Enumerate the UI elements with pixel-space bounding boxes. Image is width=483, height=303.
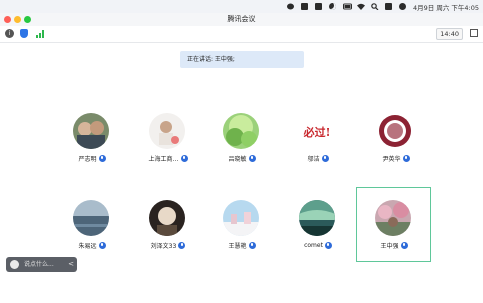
avatar xyxy=(73,113,109,149)
wechat-icon[interactable] xyxy=(287,3,295,10)
mic-icon xyxy=(324,241,332,249)
mic-icon xyxy=(98,241,106,249)
mic-icon xyxy=(248,241,256,249)
avatar xyxy=(375,200,411,236)
mic-icon xyxy=(402,154,410,162)
chat-placeholder[interactable]: 说点什么... xyxy=(24,257,54,272)
menubar-status-area: 4月9日 周六 下午4:05 xyxy=(287,0,479,13)
participant-tile[interactable]: 必过! 邬洁 xyxy=(290,113,346,173)
participant-name: 尹英华 xyxy=(382,155,401,163)
security-shield-icon[interactable] xyxy=(20,29,28,38)
participant-name: 邬洁 xyxy=(307,155,320,163)
participant-name: 吕晓敏 xyxy=(228,155,247,163)
participant-name: comet xyxy=(304,241,323,249)
mic-icon xyxy=(248,154,256,162)
moon-icon[interactable] xyxy=(329,3,337,10)
info-icon[interactable]: i xyxy=(5,29,14,38)
participant-name: 朱易远 xyxy=(78,242,97,250)
avatar: 必过! xyxy=(299,113,335,149)
mic-icon xyxy=(98,154,106,162)
system-menu-bar: 4月9日 周六 下午4:05 xyxy=(0,0,483,14)
wifi-icon[interactable] xyxy=(357,3,365,10)
avatar xyxy=(149,113,185,149)
participant-name: 刘泽文33 xyxy=(150,242,177,250)
participant-tile[interactable]: 王慧艳 xyxy=(214,200,270,260)
speaking-indicator: 正在讲话: 王中强; xyxy=(180,51,304,68)
fullscreen-icon[interactable] xyxy=(470,29,478,37)
participant-tile[interactable]: 严志明 xyxy=(64,113,120,173)
participant-tile[interactable]: 尹英华 xyxy=(368,113,424,173)
participant-tile[interactable]: 吕晓敏 xyxy=(214,113,270,173)
battery-icon[interactable] xyxy=(343,3,352,10)
collapse-chat-icon[interactable]: < xyxy=(68,257,74,272)
mic-icon xyxy=(400,241,408,249)
avatar xyxy=(223,113,259,149)
mic-icon xyxy=(321,154,329,162)
meeting-toolbar: i 14:40 xyxy=(0,26,483,43)
mic-icon xyxy=(178,241,186,249)
avatar xyxy=(223,200,259,236)
chat-input-bar[interactable]: 说点什么... < xyxy=(6,257,77,272)
mic-icon xyxy=(180,154,188,162)
participant-name: 王慧艳 xyxy=(228,242,247,250)
participant-tile[interactable]: comet xyxy=(290,200,346,260)
notes-icon[interactable] xyxy=(315,3,323,10)
avatar xyxy=(73,200,109,236)
participant-tile[interactable]: 刘泽文33 xyxy=(140,200,196,260)
participant-name: 上海工商… xyxy=(148,155,179,163)
participant-tile[interactable]: 王中强 xyxy=(366,200,422,260)
network-signal-icon[interactable] xyxy=(36,29,46,38)
participant-tile[interactable]: 朱易远 xyxy=(64,200,120,260)
participant-name: 王中强 xyxy=(380,242,399,250)
avatar xyxy=(377,113,413,149)
search-icon[interactable] xyxy=(371,3,379,11)
participant-name: 严志明 xyxy=(78,155,97,163)
avatar xyxy=(149,200,185,236)
menubar-datetime[interactable]: 4月9日 周六 下午4:05 xyxy=(413,2,479,12)
app-icon[interactable] xyxy=(301,3,309,10)
avatar-logo-text: 必过! xyxy=(303,126,331,139)
window-title-bar: 腾讯会议 xyxy=(0,13,483,26)
emoji-icon[interactable] xyxy=(10,260,19,269)
participant-tile[interactable]: 上海工商… xyxy=(140,113,196,173)
meeting-duration: 14:40 xyxy=(436,28,463,40)
control-center-icon[interactable] xyxy=(385,3,393,10)
avatar xyxy=(299,200,335,236)
siri-icon[interactable] xyxy=(399,3,407,10)
window-title: 腾讯会议 xyxy=(227,15,256,23)
